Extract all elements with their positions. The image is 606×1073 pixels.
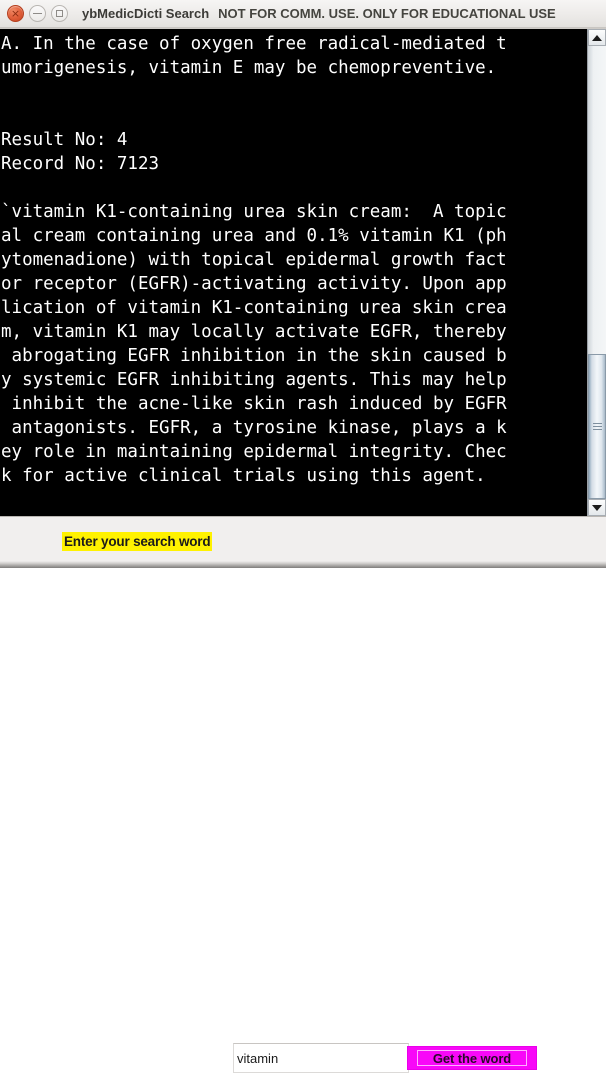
- result-area: A. In the case of oxygen free radical-me…: [0, 28, 606, 516]
- get-the-word-button-label: Get the word: [432, 1050, 512, 1066]
- application-window: × ybMedicDicti Search NOT FOR COMM. USE.…: [0, 0, 606, 1073]
- get-the-word-button[interactable]: Get the word: [407, 1046, 537, 1070]
- close-icon: ×: [10, 7, 21, 20]
- result-vertical-scrollbar[interactable]: [587, 29, 606, 516]
- window-title: ybMedicDicti Search NOT FOR COMM. USE. O…: [82, 6, 606, 21]
- scroll-up-arrow-icon[interactable]: [588, 29, 606, 46]
- result-text-content[interactable]: A. In the case of oxygen free radical-me…: [0, 29, 587, 516]
- scrollbar-grip-icon: [592, 421, 602, 432]
- window-title-usage-notice: NOT FOR COMM. USE. ONLY FOR EDUCATIONAL …: [218, 6, 556, 21]
- title-bar: × ybMedicDicti Search NOT FOR COMM. USE.…: [0, 0, 606, 28]
- close-window-button[interactable]: ×: [7, 5, 24, 22]
- scroll-down-arrow-icon[interactable]: [588, 499, 606, 516]
- search-label: Enter your search word: [62, 532, 213, 551]
- minimize-window-button[interactable]: [29, 5, 46, 22]
- maximize-icon: [56, 10, 63, 17]
- window-title-app-name: ybMedicDicti Search: [82, 6, 210, 21]
- minimize-icon: [33, 13, 42, 14]
- search-input[interactable]: [233, 1043, 409, 1073]
- scrollbar-thumb[interactable]: [588, 354, 606, 499]
- maximize-window-button[interactable]: [51, 5, 68, 22]
- search-bar: Enter your search word Get the word: [0, 516, 606, 1073]
